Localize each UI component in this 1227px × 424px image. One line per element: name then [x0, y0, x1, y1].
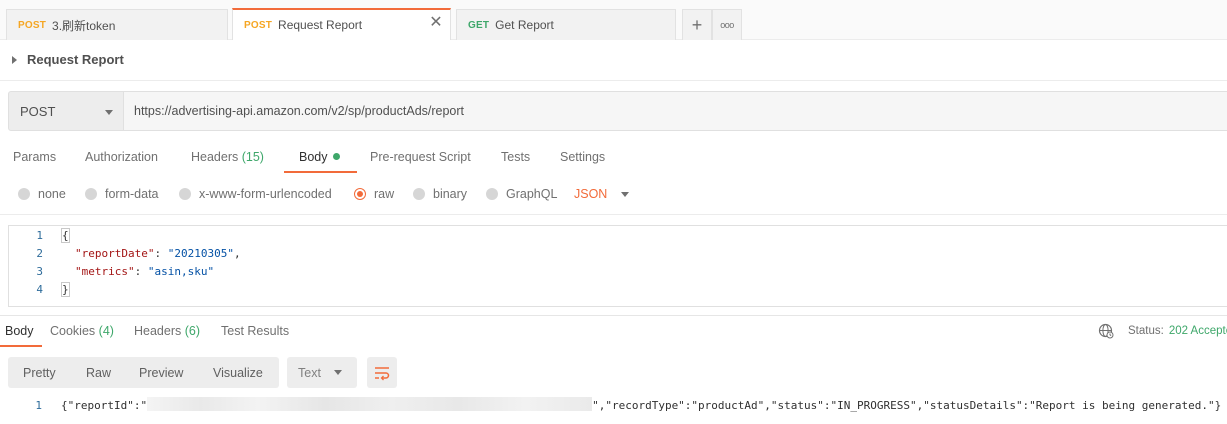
- modified-dot-icon: [332, 153, 340, 160]
- tab-request-report[interactable]: POST Request Report ✕: [232, 8, 451, 40]
- radio-label: GraphQL: [506, 187, 558, 201]
- response-tab-cookies-label: Cookies: [50, 324, 96, 338]
- view-preview-button[interactable]: Preview: [139, 366, 183, 380]
- tab-method-badge: POST: [18, 19, 47, 31]
- line-number: 1: [35, 399, 42, 412]
- line-number: 2: [36, 247, 43, 260]
- chevron-down-icon: [621, 191, 630, 197]
- radio-urlencoded[interactable]: x-www-form-urlencoded: [179, 187, 332, 201]
- tab-method-badge: POST: [244, 19, 273, 31]
- plus-icon: +: [691, 15, 703, 35]
- tab-title: 3.刷新token: [52, 18, 116, 33]
- response-body-text[interactable]: {"reportId":" ","recordType":"productAd",…: [61, 397, 1221, 415]
- tab-tests[interactable]: Tests: [501, 150, 530, 164]
- request-title: Request Report: [27, 52, 124, 67]
- active-tab-indicator: [0, 345, 42, 347]
- body-language-value: JSON: [574, 187, 608, 201]
- radio-icon: [18, 188, 30, 200]
- radio-form-data[interactable]: form-data: [85, 187, 159, 201]
- radio-icon: [413, 188, 425, 200]
- tab-body-label: Body: [299, 150, 328, 164]
- body-language-select[interactable]: JSON: [574, 187, 630, 201]
- wrap-lines-icon: [375, 366, 390, 380]
- url-input[interactable]: https://advertising-api.amazon.com/v2/sp…: [124, 91, 1227, 131]
- wrap-lines-button[interactable]: [367, 357, 397, 388]
- url-value: https://advertising-api.amazon.com/v2/sp…: [134, 104, 465, 118]
- radio-icon: [85, 188, 97, 200]
- radio-label: x-www-form-urlencoded: [199, 187, 332, 201]
- response-tab-headers[interactable]: Headers (6): [134, 324, 200, 338]
- status-label: Status:: [1128, 325, 1164, 337]
- chevron-down-icon: [334, 370, 342, 375]
- line-number: 1: [36, 229, 43, 242]
- response-tab-cookies[interactable]: Cookies (4): [50, 324, 114, 338]
- request-body-editor[interactable]: 1 { 2 "reportDate": "20210305", 3 "metri…: [8, 225, 1227, 307]
- response-body-line: 1 {"reportId":" ","recordType":"productAd…: [0, 397, 1227, 415]
- code-text: "metrics": "asin,sku": [75, 265, 215, 278]
- radio-icon: [179, 188, 191, 200]
- radio-selected-icon: [354, 188, 366, 200]
- tab-headers-count: (15): [241, 150, 264, 164]
- view-raw-button[interactable]: Raw: [86, 366, 111, 380]
- response-tab-headers-count: (6): [184, 324, 201, 338]
- code-line: 1 {: [9, 227, 1227, 245]
- more-icon: ooo: [720, 20, 734, 30]
- radio-raw[interactable]: raw: [354, 187, 394, 201]
- tab-params[interactable]: Params: [13, 150, 56, 164]
- active-tab-indicator: [284, 171, 357, 173]
- http-method-value: POST: [20, 103, 56, 119]
- line-number: 3: [36, 265, 43, 278]
- tab-headers-label: Headers: [191, 150, 239, 164]
- radio-label: none: [38, 187, 66, 201]
- radio-label: form-data: [105, 187, 159, 201]
- http-method-select[interactable]: POST: [8, 91, 124, 131]
- code-line: 2 "reportDate": "20210305",: [9, 245, 1227, 263]
- radio-icon: [486, 188, 498, 200]
- tab-headers[interactable]: Headers (15): [191, 150, 264, 164]
- status-value: 202 Accepted: [1168, 325, 1227, 337]
- view-pretty-button[interactable]: Pretty: [23, 366, 56, 380]
- tab-prerequest-script[interactable]: Pre-request Script: [370, 150, 471, 164]
- tab-refresh-token[interactable]: POST 3.刷新token: [6, 9, 228, 40]
- radio-label: binary: [433, 187, 468, 201]
- globe-icon[interactable]: [1098, 323, 1114, 339]
- line-number: 4: [36, 283, 43, 296]
- response-status: Status: 202 Accepted: [1098, 323, 1227, 339]
- divider: [0, 214, 1227, 215]
- chevron-down-icon: [105, 110, 113, 115]
- response-tab-cookies-count: (4): [98, 324, 114, 338]
- tab-get-report[interactable]: GET Get Report: [456, 9, 676, 40]
- tab-body[interactable]: Body: [299, 150, 340, 164]
- close-icon[interactable]: ✕: [428, 15, 444, 31]
- code-text: {: [61, 228, 70, 243]
- response-tab-headers-label: Headers: [134, 324, 182, 338]
- code-text: "reportDate": "20210305",: [75, 247, 241, 260]
- tab-title: Request Report: [278, 18, 363, 32]
- caret-right-icon: [12, 55, 17, 64]
- tab-authorization[interactable]: Authorization: [85, 150, 158, 164]
- tab-method-badge: GET: [468, 19, 490, 31]
- divider: [0, 315, 1227, 316]
- view-visualize-button[interactable]: Visualize: [213, 366, 263, 380]
- code-text: }: [61, 282, 70, 297]
- tab-options-button[interactable]: ooo: [712, 9, 742, 40]
- radio-graphql[interactable]: GraphQL: [486, 187, 557, 201]
- request-tab-bar: POST 3.刷新token POST Request Report ✕ GET…: [0, 0, 1227, 40]
- request-title-toggle[interactable]: Request Report: [12, 52, 124, 67]
- response-format-value: Text: [298, 365, 321, 380]
- radio-binary[interactable]: binary: [413, 187, 467, 201]
- code-line: 3 "metrics": "asin,sku": [9, 263, 1227, 281]
- tab-title: Get Report: [495, 18, 554, 32]
- divider: [0, 80, 1227, 81]
- response-tab-test-results[interactable]: Test Results: [221, 324, 289, 338]
- tab-settings[interactable]: Settings: [560, 150, 605, 164]
- response-tab-body[interactable]: Body: [5, 324, 34, 338]
- response-view-segmented: Pretty Raw Preview Visualize: [8, 357, 279, 388]
- code-line: 4 }: [9, 281, 1227, 299]
- radio-none[interactable]: none: [18, 187, 66, 201]
- response-format-select[interactable]: Text: [287, 357, 357, 388]
- radio-label: raw: [374, 187, 395, 201]
- new-tab-button[interactable]: +: [682, 9, 712, 40]
- redacted-report-id: [147, 397, 593, 411]
